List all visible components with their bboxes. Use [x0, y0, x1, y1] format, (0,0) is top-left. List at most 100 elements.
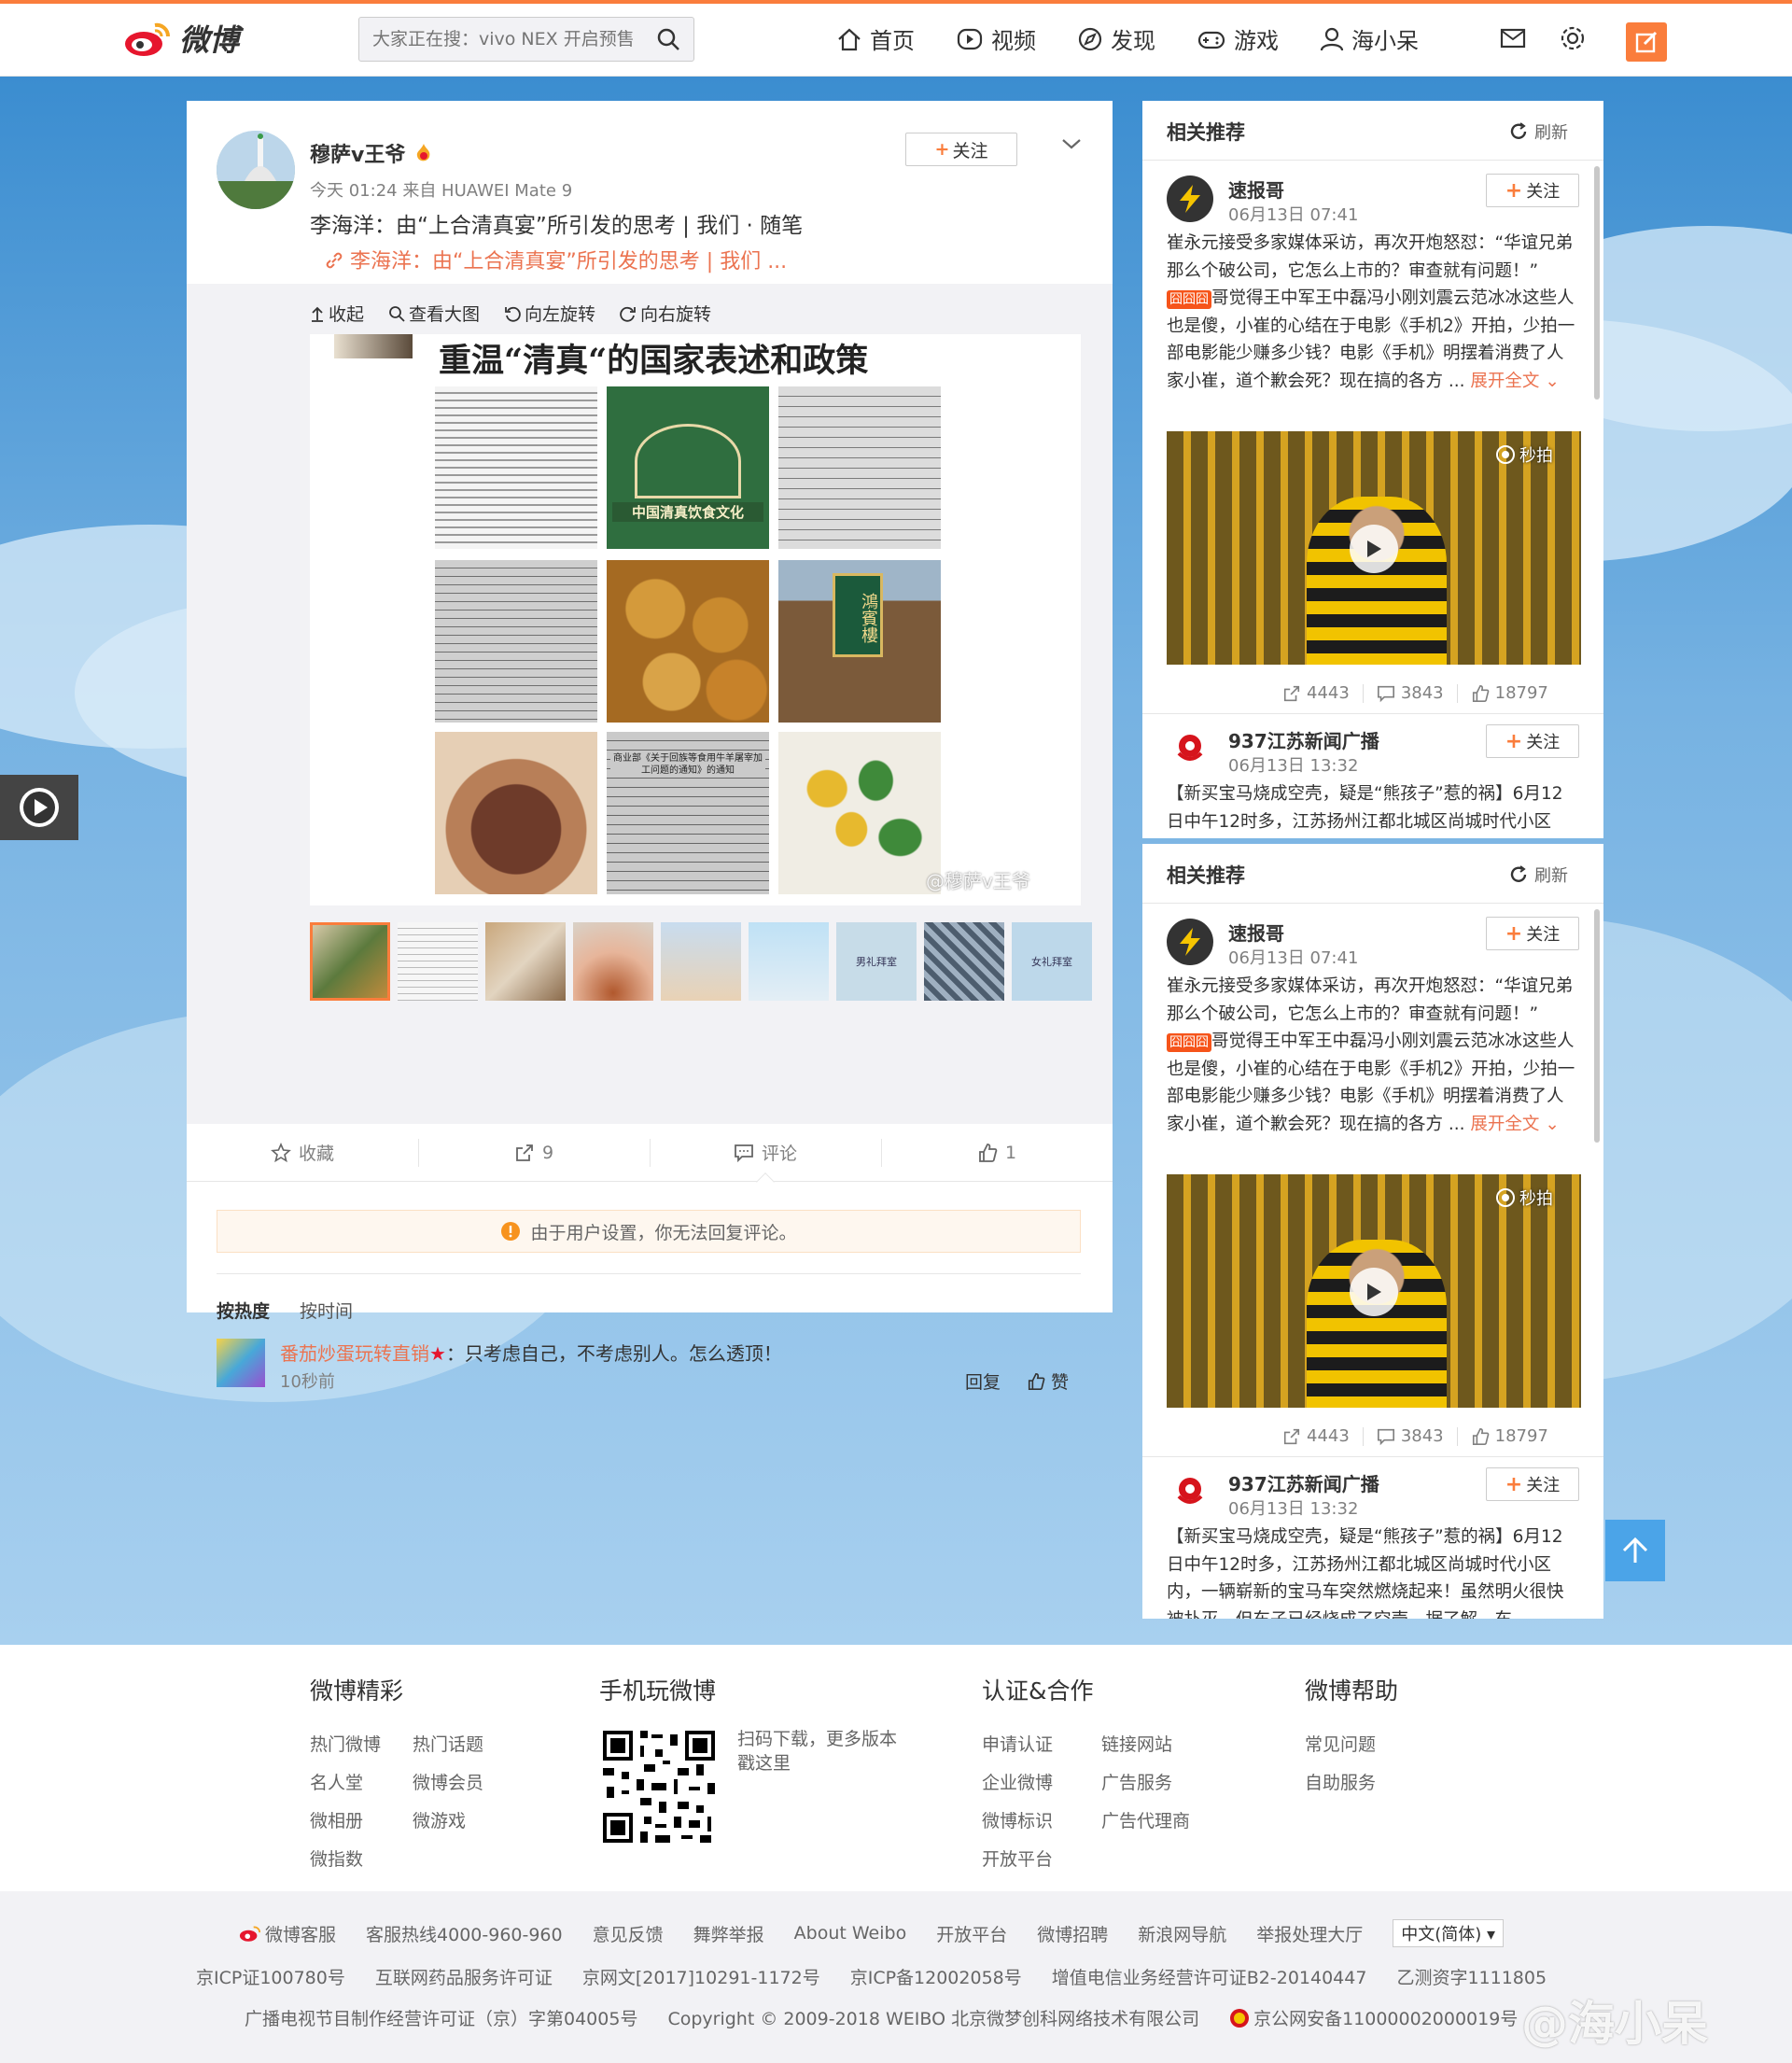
- police-record-link[interactable]: 京公网安备11000002000019号: [1229, 2005, 1518, 2030]
- feed1-like-button[interactable]: 18797: [1471, 683, 1548, 703]
- footer-link[interactable]: 意见反馈: [593, 1921, 664, 1946]
- search-box[interactable]: [358, 17, 694, 62]
- avatar[interactable]: [217, 131, 295, 209]
- nav-game[interactable]: 游戏: [1197, 22, 1279, 55]
- side-video-player-toggle[interactable]: [0, 775, 78, 840]
- weibo-logo[interactable]: 微博: [123, 17, 239, 60]
- repost-button[interactable]: 9: [418, 1124, 650, 1181]
- feed1-video[interactable]: 秒拍: [1167, 431, 1581, 665]
- nav-video[interactable]: 视频: [956, 22, 1036, 55]
- nav-profile[interactable]: 海小呆: [1320, 22, 1419, 55]
- search-input[interactable]: [372, 29, 656, 49]
- follow-button[interactable]: + 关注: [905, 133, 1017, 166]
- post-article-link[interactable]: 李海洋：由“上合清真宴”所引发的思考 | 我们 ...: [325, 245, 787, 274]
- gear-icon[interactable]: [1559, 24, 1587, 52]
- scrollbar[interactable]: [1594, 909, 1600, 1143]
- back-to-top-button[interactable]: [1605, 1520, 1665, 1581]
- feed2-name[interactable]: 937江苏新闻广播: [1228, 726, 1379, 753]
- footer-link[interactable]: 广告服务: [1101, 1769, 1190, 1794]
- footer-link[interactable]: 微博招聘: [1037, 1921, 1108, 1946]
- license-link[interactable]: 京ICP证100780号: [196, 1964, 345, 1989]
- feed1-follow-button[interactable]: + 关注: [1486, 174, 1579, 207]
- comment-button[interactable]: 评论: [650, 1124, 881, 1191]
- feed1-avatar[interactable]: [1167, 919, 1213, 965]
- like-button[interactable]: 1: [881, 1124, 1113, 1181]
- footer-link[interactable]: 微博会员: [413, 1769, 483, 1794]
- chevron-down-icon[interactable]: [1060, 134, 1083, 153]
- footer-link[interactable]: 开放平台: [936, 1921, 1007, 1946]
- footer-link[interactable]: 客服热线4000-960-960: [366, 1921, 563, 1946]
- feed2-avatar[interactable]: [1167, 726, 1213, 773]
- footer-link[interactable]: 开放平台: [982, 1845, 1053, 1871]
- footer-link[interactable]: 新浪网导航: [1138, 1921, 1226, 1946]
- thumbnail-9[interactable]: 女礼拜室: [1012, 922, 1092, 1001]
- footer-link[interactable]: 链接网站: [1101, 1731, 1190, 1756]
- service-link[interactable]: 微博客服: [239, 1921, 336, 1946]
- feed1-comment-button[interactable]: 3843: [1377, 1426, 1444, 1446]
- thumbnail-1[interactable]: [310, 922, 390, 1001]
- license-link[interactable]: 京ICP备12002058号: [850, 1964, 1022, 1989]
- thumbnail-8[interactable]: [924, 922, 1004, 1001]
- footer-link[interactable]: 微博标识: [982, 1807, 1053, 1832]
- thumbnail-3[interactable]: [485, 922, 566, 1001]
- qr-code-icon[interactable]: [599, 1727, 719, 1846]
- footer-link[interactable]: 自助服务: [1305, 1769, 1398, 1794]
- feed1-repost-button[interactable]: 4443: [1282, 683, 1350, 703]
- footer-link[interactable]: 常见问题: [1305, 1731, 1398, 1756]
- footer-link[interactable]: 热门话题: [413, 1731, 483, 1756]
- license-link[interactable]: 广播电视节目制作经营许可证（京）字第04005号: [245, 2005, 637, 2030]
- nav-home[interactable]: 首页: [836, 22, 915, 55]
- feed1-expand-link[interactable]: 展开全文 ⌄: [1470, 372, 1559, 391]
- feed2-name[interactable]: 937江苏新闻广播: [1228, 1469, 1379, 1496]
- footer-link[interactable]: 名人堂: [310, 1769, 381, 1794]
- language-select[interactable]: 中文(简体) ▾: [1393, 1919, 1505, 1947]
- search-icon[interactable]: [656, 27, 680, 51]
- feed1-video[interactable]: 秒拍: [1167, 1174, 1581, 1408]
- view-large-tool[interactable]: 查看大图: [388, 301, 480, 326]
- thumbnail-2[interactable]: [398, 922, 478, 1001]
- comment-like-button[interactable]: 赞: [1027, 1368, 1069, 1394]
- sort-by-hot[interactable]: 按热度: [217, 1298, 270, 1323]
- footer-link[interactable]: 举报处理大厅: [1256, 1921, 1363, 1946]
- footer-link[interactable]: 微游戏: [413, 1807, 483, 1832]
- video-play-button[interactable]: [1350, 525, 1398, 573]
- feed1-comment-button[interactable]: 3843: [1377, 683, 1444, 703]
- footer-link[interactable]: 广告代理商: [1101, 1807, 1190, 1832]
- sort-by-time[interactable]: 按时间: [300, 1298, 353, 1323]
- footer-link[interactable]: About Weibo: [794, 1923, 907, 1944]
- footer-link[interactable]: 申请认证: [982, 1731, 1053, 1756]
- commenter-name[interactable]: 番茄炒蛋玩转直销: [280, 1342, 429, 1365]
- collapse-tool[interactable]: 收起: [310, 301, 364, 326]
- license-link[interactable]: 乙测资字1111805: [1396, 1964, 1547, 1989]
- footer-link[interactable]: 微相册: [310, 1807, 381, 1832]
- feed1-follow-button[interactable]: + 关注: [1486, 917, 1579, 950]
- thumbnail-5[interactable]: [661, 922, 741, 1001]
- favorite-button[interactable]: 收藏: [187, 1124, 418, 1181]
- post-username[interactable]: 穆萨v王爷: [310, 138, 435, 168]
- feed1-name[interactable]: 速报哥: [1228, 175, 1284, 203]
- feed1-name[interactable]: 速报哥: [1228, 919, 1284, 946]
- reply-button[interactable]: 回复: [965, 1368, 1001, 1394]
- footer-link[interactable]: 微指数: [310, 1845, 381, 1871]
- commenter-avatar[interactable]: [217, 1339, 265, 1387]
- refresh-button[interactable]: 刷新: [1508, 863, 1568, 887]
- feed2-follow-button[interactable]: + 关注: [1486, 724, 1579, 758]
- footer-link[interactable]: 热门微博: [310, 1731, 381, 1756]
- license-link[interactable]: 京网文[2017]10291-1172号: [582, 1964, 820, 1989]
- compose-button[interactable]: [1626, 22, 1667, 62]
- footer-link[interactable]: 舞弊举报: [693, 1921, 764, 1946]
- fire-badge-icon[interactable]: [413, 142, 435, 164]
- rotate-right-tool[interactable]: 向右旋转: [620, 301, 711, 326]
- post-large-image[interactable]: 重温“清真“的国家表述和政策 中国清真饮食文化 鴻賓樓 商业部《关于回族等食用牛…: [310, 334, 1081, 905]
- scrollbar[interactable]: [1594, 166, 1600, 400]
- feed1-like-button[interactable]: 18797: [1471, 1426, 1548, 1446]
- video-play-button[interactable]: [1350, 1268, 1398, 1316]
- footer-link[interactable]: 企业微博: [982, 1769, 1053, 1794]
- feed2-avatar[interactable]: [1167, 1469, 1213, 1516]
- thumbnail-4[interactable]: [573, 922, 653, 1001]
- refresh-button[interactable]: 刷新: [1508, 119, 1568, 144]
- feed2-follow-button[interactable]: + 关注: [1486, 1467, 1579, 1501]
- rotate-left-tool[interactable]: 向左旋转: [504, 301, 595, 326]
- license-link[interactable]: 增值电信业务经营许可证B2-20140447: [1052, 1964, 1367, 1989]
- thumbnail-7[interactable]: 男礼拜室: [836, 922, 917, 1001]
